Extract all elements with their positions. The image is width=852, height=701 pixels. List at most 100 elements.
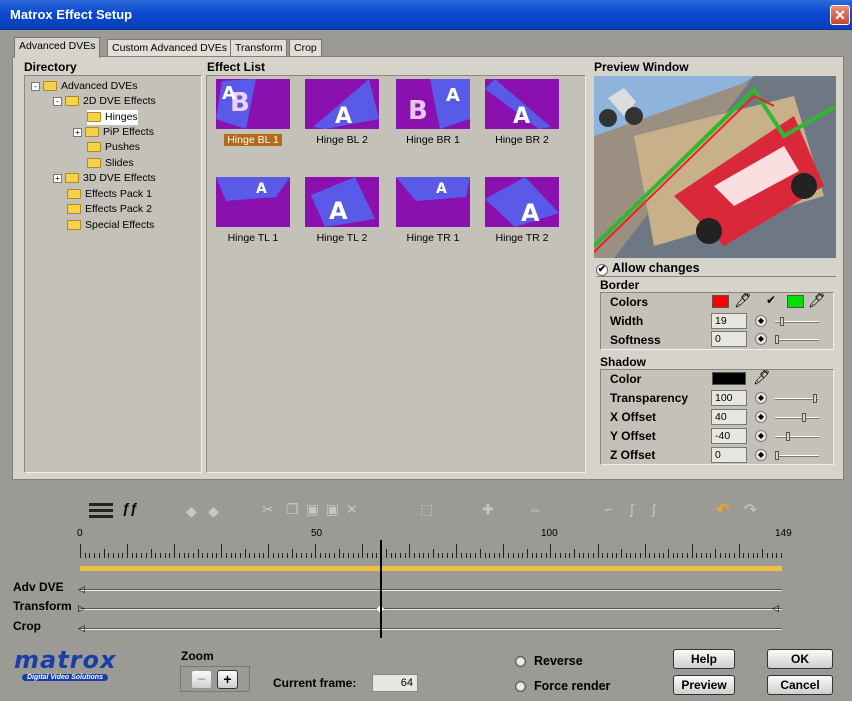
- tree-item-special-effects[interactable]: Special Effects: [67, 218, 154, 233]
- shadow-color-swatch[interactable]: [712, 372, 746, 385]
- playhead[interactable]: [380, 540, 383, 638]
- shadow-transparency-field[interactable]: 100: [711, 390, 747, 406]
- undo-icon[interactable]: ↶: [716, 500, 729, 520]
- effect-thumb-hinge-tr-2[interactable]: A: [485, 177, 559, 227]
- keyframe-interpolation-icon[interactable]: ƒƒ: [122, 500, 138, 516]
- zoom-in-button[interactable]: +: [217, 670, 238, 689]
- effect-label-hinge-tr-1[interactable]: Hinge TR 1: [388, 232, 478, 244]
- reset-diamond-icon[interactable]: ◆: [755, 430, 767, 442]
- zoom-out-button[interactable]: −: [191, 670, 212, 689]
- collapse-icon[interactable]: -: [53, 96, 62, 106]
- slider-thumb[interactable]: [786, 432, 791, 441]
- tree-item-pip-effects[interactable]: + PiP Effects: [73, 125, 154, 140]
- previous-keyframe-icon[interactable]: ◆: [186, 503, 197, 520]
- slider-thumb[interactable]: [813, 394, 817, 403]
- effect-label-hinge-bl-1[interactable]: Hinge BL 1: [224, 134, 282, 146]
- tab-transform[interactable]: Transform: [230, 39, 288, 57]
- tree-item-2d-dve-effects[interactable]: -2D DVE Effects: [53, 94, 156, 109]
- start-keyframe-icon[interactable]: ◁: [78, 623, 85, 634]
- shadow-z-offset-slider[interactable]: [775, 451, 819, 460]
- ease-in-icon[interactable]: ⌐: [605, 501, 613, 517]
- track-crop[interactable]: [80, 628, 782, 630]
- tree-item-slides[interactable]: Slides: [87, 156, 134, 171]
- frame-ruler[interactable]: [80, 544, 782, 558]
- menu-lines-icon[interactable]: [89, 503, 113, 519]
- reset-diamond-icon[interactable]: ◆: [755, 449, 767, 461]
- start-keyframe-icon[interactable]: ◁: [78, 584, 85, 595]
- effect-label-hinge-bl-2[interactable]: Hinge BL 2: [297, 134, 387, 146]
- effect-thumb-hinge-br-1[interactable]: BA: [396, 79, 470, 129]
- delete-icon[interactable]: ✕: [346, 501, 358, 518]
- move-keyframes-icon[interactable]: ⇔: [528, 501, 542, 517]
- force-render-radio[interactable]: [515, 681, 526, 692]
- effect-label-hinge-br-2[interactable]: Hinge BR 2: [477, 134, 567, 146]
- slider-thumb[interactable]: [779, 317, 784, 326]
- shadow-z-offset-field[interactable]: 0: [711, 447, 747, 463]
- border-color1-swatch[interactable]: [712, 295, 729, 308]
- effect-thumb-hinge-tr-1[interactable]: A: [396, 177, 470, 227]
- paste-icon[interactable]: ▣: [306, 501, 319, 518]
- border-color2-swatch[interactable]: [787, 295, 804, 308]
- eyedropper-icon[interactable]: 🖊: [734, 292, 752, 309]
- tree-item-advanced-dves[interactable]: - Advanced DVEs: [31, 79, 137, 94]
- effect-thumb-hinge-bl-1[interactable]: BA: [216, 79, 290, 129]
- preview-button[interactable]: Preview: [673, 675, 735, 695]
- eyedropper-icon[interactable]: 🖊: [753, 369, 771, 386]
- reverse-radio[interactable]: [515, 656, 526, 667]
- reset-diamond-icon[interactable]: ◆: [755, 333, 767, 345]
- shadow-x-offset-slider[interactable]: [775, 413, 819, 422]
- slider-thumb[interactable]: [775, 335, 779, 344]
- cancel-button[interactable]: Cancel: [767, 675, 833, 695]
- next-keyframe-icon[interactable]: ◆: [208, 503, 219, 520]
- ease-out-icon[interactable]: ∫: [630, 501, 634, 517]
- tab-crop[interactable]: Crop: [289, 39, 322, 57]
- paste-special-icon[interactable]: ▣: [326, 501, 339, 518]
- effect-label-hinge-br-1[interactable]: Hinge BR 1: [388, 134, 478, 146]
- shadow-y-offset-field[interactable]: -40: [711, 428, 747, 444]
- tree-item-pushes[interactable]: Pushes: [87, 140, 140, 155]
- select-region-icon[interactable]: ⬚: [420, 501, 433, 518]
- end-keyframe-icon[interactable]: ◁: [772, 603, 779, 614]
- effect-label-hinge-tr-2[interactable]: Hinge TR 2: [477, 232, 567, 244]
- tree-item-effects-pack-2[interactable]: Effects Pack 2: [67, 202, 152, 217]
- allow-changes-checkbox[interactable]: ✔ Allow changes: [596, 261, 700, 276]
- collapse-icon[interactable]: -: [31, 81, 40, 91]
- start-keyframe-icon[interactable]: ▷: [78, 603, 85, 614]
- tree-item-effects-pack-1[interactable]: Effects Pack 1: [67, 187, 152, 202]
- reset-diamond-icon[interactable]: ◆: [755, 411, 767, 423]
- border-softness-field[interactable]: 0: [711, 331, 747, 347]
- tab-advanced-dves[interactable]: Advanced DVEs: [14, 37, 101, 58]
- track-adv-dve[interactable]: [80, 589, 782, 591]
- add-keyframe-icon[interactable]: ✚: [482, 501, 494, 518]
- ease-both-icon[interactable]: ∫: [652, 501, 656, 517]
- shadow-transparency-slider[interactable]: [775, 394, 819, 403]
- effect-label-hinge-tl-1[interactable]: Hinge TL 1: [208, 232, 298, 244]
- effect-label-hinge-tl-2[interactable]: Hinge TL 2: [297, 232, 387, 244]
- effect-duration-bar[interactable]: [80, 566, 782, 571]
- border-color2-check-icon[interactable]: ✔: [766, 293, 776, 307]
- slider-thumb[interactable]: [801, 413, 806, 422]
- ok-button[interactable]: OK: [767, 649, 833, 669]
- border-softness-slider[interactable]: [775, 335, 819, 344]
- expand-icon[interactable]: +: [73, 127, 82, 137]
- border-width-field[interactable]: 19: [711, 313, 747, 329]
- border-width-slider[interactable]: [775, 317, 819, 326]
- effect-thumb-hinge-tl-2[interactable]: A: [305, 177, 379, 227]
- reset-diamond-icon[interactable]: ◆: [755, 392, 767, 404]
- reset-diamond-icon[interactable]: ◆: [755, 315, 767, 327]
- expand-icon[interactable]: +: [53, 173, 62, 183]
- current-frame-field[interactable]: 64: [372, 674, 418, 692]
- effect-thumb-hinge-br-2[interactable]: A: [485, 79, 559, 129]
- redo-icon[interactable]: ↷: [744, 500, 757, 520]
- effect-thumb-hinge-bl-2[interactable]: A: [305, 79, 379, 129]
- eyedropper-icon[interactable]: 🖊: [808, 292, 826, 309]
- effect-thumb-hinge-tl-1[interactable]: A: [216, 177, 290, 227]
- close-button[interactable]: ✕: [830, 5, 850, 25]
- tree-item-3d-dve-effects[interactable]: +3D DVE Effects: [53, 171, 156, 186]
- tab-custom-advanced-dves[interactable]: Custom Advanced DVEs: [107, 39, 232, 57]
- shadow-x-offset-field[interactable]: 40: [711, 409, 747, 425]
- track-transform[interactable]: [80, 608, 782, 610]
- slider-thumb[interactable]: [775, 451, 779, 460]
- shadow-y-offset-slider[interactable]: [775, 432, 819, 441]
- cut-icon[interactable]: ✂: [262, 501, 274, 518]
